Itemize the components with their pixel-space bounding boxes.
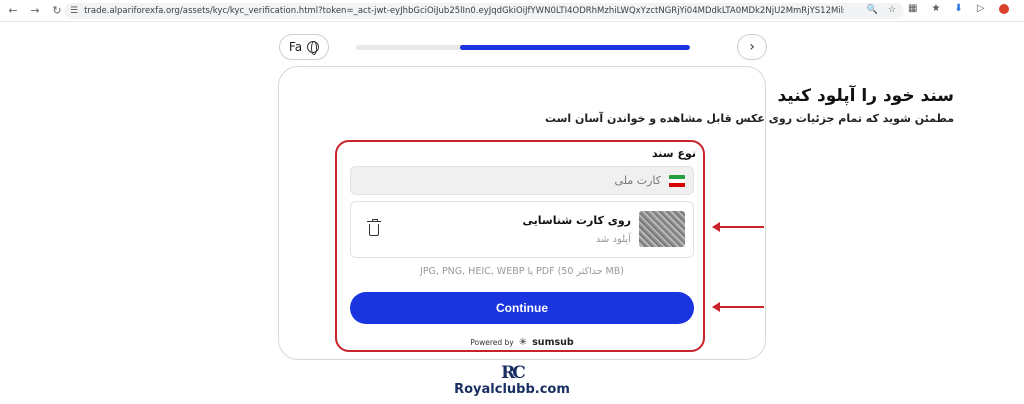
site-info-icon[interactable]: ☰ (70, 6, 78, 16)
uploaded-file-row: روی کارت شناسایی آپلود شد (350, 201, 694, 258)
document-type-value: کارت ملی (614, 174, 661, 187)
back-icon[interactable]: ← (4, 2, 22, 20)
powered-by-footer: Powered by ✳ sumsub (350, 337, 694, 348)
iran-flag-icon (669, 174, 685, 187)
document-thumbnail[interactable] (639, 211, 685, 247)
flag-stripe-red (669, 182, 685, 187)
powered-by-label: Powered by (470, 338, 514, 347)
royalclubb-logo: RC (501, 363, 526, 383)
upload-status: آپلود شد (595, 234, 631, 245)
next-chevron-button[interactable]: › (737, 34, 767, 60)
progress-bar (356, 45, 690, 50)
zoom-icon[interactable]: 🔍 (867, 5, 878, 15)
document-type-select[interactable]: کارت ملی (350, 166, 694, 195)
accepted-formats: JPG, PNG, HEIC, WEBP یا PDF (حداکثر 50 M… (420, 266, 624, 277)
sumsub-logo-icon: ✳ (518, 337, 528, 348)
address-bar[interactable]: ☰ trade.alpariforexfa.org/assets/kyc/kyc… (64, 3, 904, 19)
continue-button[interactable]: Continue (350, 292, 694, 324)
uploaded-file-title: روی کارت شناسایی (522, 214, 631, 227)
extensions-icon[interactable]: ▦ (908, 3, 917, 14)
forward-icon[interactable]: → (26, 2, 44, 20)
progress-fill (459, 45, 690, 50)
page-subtitle: مطمئن شوید که تمام جزئیات روی عکس قابل م… (544, 112, 954, 125)
trash-icon[interactable] (367, 219, 381, 236)
download-icon[interactable]: ⬇ (954, 3, 962, 14)
page-title: سند خود را آپلود کنید (777, 86, 954, 106)
chevron-right-icon: › (749, 39, 755, 55)
document-type-label: نوع سند (651, 147, 696, 160)
language-button[interactable]: Fa (279, 34, 329, 60)
url-text: trade.alpariforexfa.org/assets/kyc/kyc_v… (84, 6, 844, 16)
powered-by-brand: sumsub (532, 337, 574, 348)
profile-avatar[interactable] (998, 3, 1009, 14)
language-label: Fa (288, 40, 303, 54)
arrow-to-upload (712, 222, 764, 232)
bookmark-star-icon[interactable]: ☆ (888, 5, 896, 15)
royalclubb-text: Royalclubb.com (454, 382, 570, 397)
bookmark-icon[interactable]: ★ (931, 3, 940, 14)
extension-icons: ▦ ★ ⬇ ▷ (908, 3, 1009, 14)
cast-icon[interactable]: ▷ (977, 3, 985, 14)
globe-icon (307, 41, 320, 55)
arrow-to-continue (712, 302, 764, 312)
